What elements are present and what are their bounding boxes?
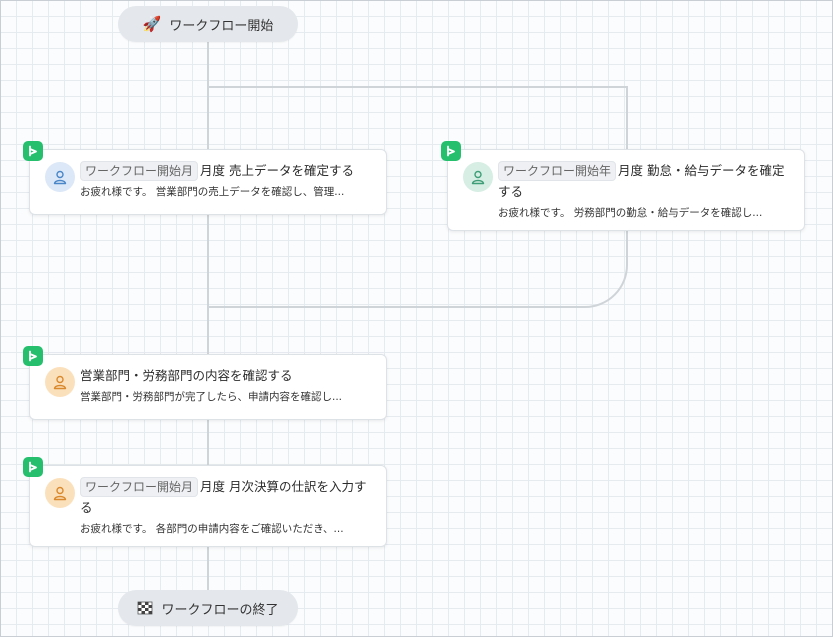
task-card-payroll[interactable]: ワークフロー開始年 月度 勤怠・給与データを確定する お疲れ様です。 労務部門の勤… bbox=[441, 141, 805, 231]
variable-chip: ワークフロー開始年 bbox=[498, 161, 617, 181]
workflow-start-node[interactable]: 🚀 ワークフロー開始 bbox=[118, 6, 298, 42]
task-title-text: 月度 売上データを確定する bbox=[200, 163, 354, 178]
user-icon bbox=[53, 170, 67, 185]
task-description: お疲れ様です。 労務部門の勤怠・給与データを確認し... bbox=[498, 207, 763, 219]
rocket-icon: 🚀 bbox=[142, 14, 162, 33]
variable-chip: ワークフロー開始月 bbox=[80, 161, 199, 181]
task-description: お疲れ様です。 営業部門の売上データを確認し、管理... bbox=[80, 186, 345, 198]
start-label: ワークフロー開始 bbox=[169, 18, 274, 34]
user-icon bbox=[53, 486, 67, 501]
task-type-badge bbox=[23, 141, 43, 161]
play-icon bbox=[29, 350, 37, 362]
checkered-flag-icon bbox=[138, 601, 153, 615]
task-title: ワークフロー開始月 月度 月次決算の仕訳を入力する bbox=[80, 476, 376, 518]
task-type-badge bbox=[23, 457, 43, 477]
task-title: ワークフロー開始月 月度 売上データを確定する bbox=[80, 160, 376, 181]
task-title: ワークフロー開始年 月度 勤怠・給与データを確定する bbox=[498, 160, 794, 202]
task-title: 営業部門・労務部門の内容を確認する bbox=[80, 365, 376, 386]
task-title-text: 営業部門・労務部門の内容を確認する bbox=[80, 368, 293, 383]
task-card-sales[interactable]: ワークフロー開始月 月度 売上データを確定する お疲れ様です。 営業部門の売上デー… bbox=[23, 141, 387, 215]
assignee-avatar bbox=[463, 162, 493, 192]
workflow-end-node[interactable]: ワークフローの終了 bbox=[118, 590, 298, 626]
task-card-closing[interactable]: ワークフロー開始月 月度 月次決算の仕訳を入力する お疲れ様です。 各部門の申請内… bbox=[23, 457, 387, 547]
user-icon bbox=[53, 375, 67, 390]
variable-chip: ワークフロー開始月 bbox=[80, 477, 199, 497]
assignee-avatar bbox=[45, 367, 75, 397]
task-type-badge bbox=[441, 141, 461, 161]
user-icon bbox=[471, 170, 485, 185]
assignee-avatar bbox=[45, 162, 75, 192]
play-icon bbox=[447, 145, 455, 157]
task-type-badge bbox=[23, 346, 43, 366]
assignee-avatar bbox=[45, 478, 75, 508]
play-icon bbox=[29, 461, 37, 473]
task-card-review[interactable]: 営業部門・労務部門の内容を確認する 営業部門・労務部門が完了したら、申請内容を確… bbox=[23, 346, 387, 420]
play-icon bbox=[29, 145, 37, 157]
end-label: ワークフローの終了 bbox=[161, 602, 279, 618]
task-description: 営業部門・労務部門が完了したら、申請内容を確認し... bbox=[80, 391, 343, 403]
task-description: お疲れ様です。 各部門の申請内容をご確認いただき、... bbox=[80, 523, 344, 535]
